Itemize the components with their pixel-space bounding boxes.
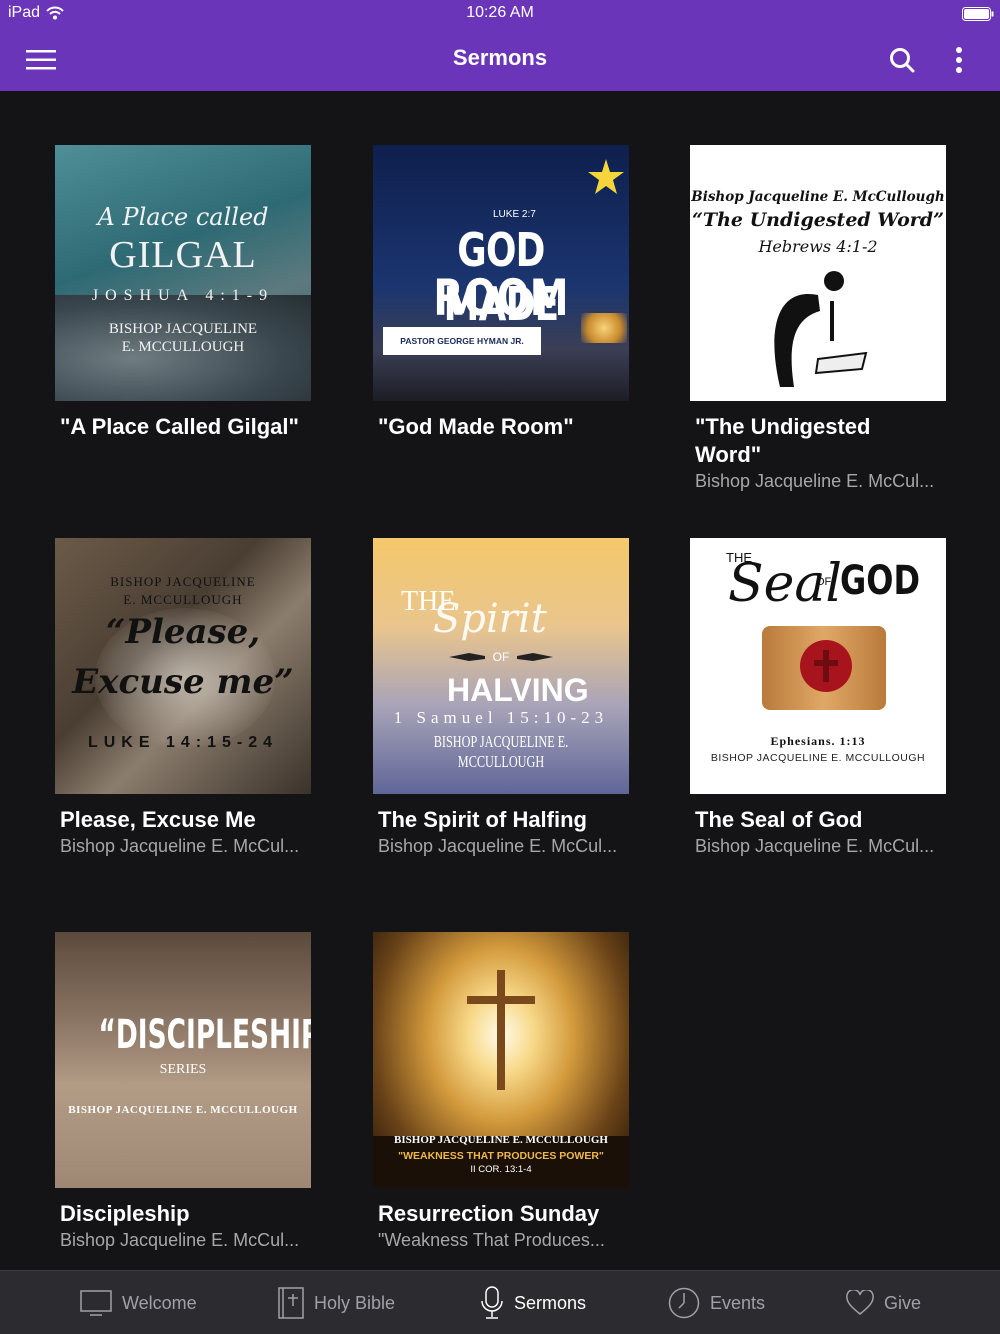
- sermon-artwork: “DISCIPLESHIP” SERIES BISHOP JACQUELINE …: [55, 932, 311, 1188]
- tab-holy-bible[interactable]: Holy Bible: [278, 1271, 395, 1334]
- star-icon: [588, 159, 624, 194]
- sermon-title: The Seal of God: [695, 807, 863, 832]
- sermon-artwork: THE Seal OF GOD Ephesians. 1:13 BISHOP J…: [690, 538, 946, 794]
- sermon-title: The Spirit of Halfing: [378, 807, 587, 832]
- tab-label: Give: [884, 1292, 922, 1313]
- clock-icon: [668, 1287, 700, 1319]
- bible-icon: [278, 1287, 304, 1319]
- sermon-subtitle: Bishop Jacqueline E. McCul...: [378, 836, 618, 856]
- sermon-title: "A Place Called Gilgal": [60, 414, 299, 439]
- sermon-title: Discipleship: [60, 1201, 190, 1226]
- page-title: Sermons: [452, 45, 548, 70]
- tab-label: Sermons: [514, 1292, 587, 1313]
- sermon-subtitle: Bishop Jacqueline E. McCul...: [60, 1230, 300, 1250]
- tab-events[interactable]: Events: [668, 1271, 765, 1334]
- sermon-card[interactable]: THE Spirit OF HALVING 1 Samuel 15:10-23 …: [373, 538, 629, 858]
- more-options-button[interactable]: [939, 40, 979, 80]
- sermon-artwork: BISHOP JACQUELINE E. MCCULLOUGH "WEAKNES…: [373, 932, 629, 1188]
- sermon-card[interactable]: Bishop Jacqueline E. McCullough “The Und…: [690, 145, 946, 493]
- wax-seal-icon: [800, 640, 852, 692]
- sermon-artwork: A Place called GILGAL JOSHUA 4:1-9 BISHO…: [55, 145, 311, 401]
- sermon-artwork: LUKE 2:7 GOD MADE ROOM PASTOR GEORGE HYM…: [373, 145, 629, 401]
- search-icon: [890, 48, 915, 73]
- sermon-subtitle: "Weakness That Produces...: [378, 1230, 605, 1250]
- sermon-subtitle: Bishop Jacqueline E. McCul...: [60, 836, 300, 856]
- sermon-artwork: BISHOP JACQUELINE E. MCCULLOUGH “Please,…: [55, 538, 311, 794]
- pastor-label: PASTOR GEORGE HYMAN JR.: [383, 327, 541, 355]
- sermon-subtitle: Bishop Jacqueline E. McCul...: [695, 471, 935, 491]
- tab-give[interactable]: Give: [846, 1271, 921, 1334]
- cross-icon: [467, 970, 535, 1090]
- tab-welcome[interactable]: Welcome: [80, 1271, 197, 1334]
- search-button[interactable]: [882, 40, 922, 80]
- sermon-title: "The Undigested Word": [695, 414, 871, 467]
- microphone-icon: [481, 1286, 503, 1319]
- status-bar: iPad 10:26 AM: [0, 0, 1000, 28]
- sermon-card[interactable]: BISHOP JACQUELINE E. MCCULLOUGH “Please,…: [55, 538, 311, 858]
- battery-icon: [962, 7, 994, 21]
- sermon-card[interactable]: THE Seal OF GOD Ephesians. 1:13 BISHOP J…: [690, 538, 946, 858]
- tab-bar: Welcome Holy Bible Sermons Events Give: [0, 1270, 1000, 1334]
- pointing-hand-icon: [517, 653, 553, 661]
- status-time: 10:26 AM: [466, 4, 534, 21]
- sermon-card[interactable]: BISHOP JACQUELINE E. MCCULLOUGH "WEAKNES…: [373, 932, 629, 1252]
- heart-icon: [846, 1290, 874, 1315]
- sermon-card[interactable]: A Place called GILGAL JOSHUA 4:1-9 BISHO…: [55, 145, 311, 441]
- sermon-artwork: THE Spirit OF HALVING 1 Samuel 15:10-23 …: [373, 538, 629, 794]
- sermon-title: "God Made Room": [378, 414, 574, 439]
- tab-label: Events: [710, 1292, 766, 1313]
- nav-bar: Sermons: [0, 28, 1000, 91]
- sermon-title: Resurrection Sunday: [378, 1201, 600, 1226]
- sermon-card[interactable]: “DISCIPLESHIP” SERIES BISHOP JACQUELINE …: [55, 932, 311, 1252]
- monitor-icon: [80, 1290, 112, 1316]
- sermon-subtitle: Bishop Jacqueline E. McCul...: [695, 836, 935, 856]
- tab-sermons[interactable]: Sermons: [480, 1271, 586, 1334]
- person-bowing-icon: [774, 271, 868, 387]
- pointing-hand-icon: [449, 653, 485, 661]
- sermon-card[interactable]: LUKE 2:7 GOD MADE ROOM PASTOR GEORGE HYM…: [373, 145, 629, 441]
- more-vertical-icon: [956, 47, 962, 73]
- tab-label: Holy Bible: [314, 1292, 396, 1313]
- sermon-artwork: Bishop Jacqueline E. McCullough “The Und…: [690, 145, 946, 401]
- tab-label: Welcome: [122, 1292, 197, 1313]
- manger-glow: [581, 313, 627, 343]
- sermon-title: Please, Excuse Me: [60, 807, 256, 832]
